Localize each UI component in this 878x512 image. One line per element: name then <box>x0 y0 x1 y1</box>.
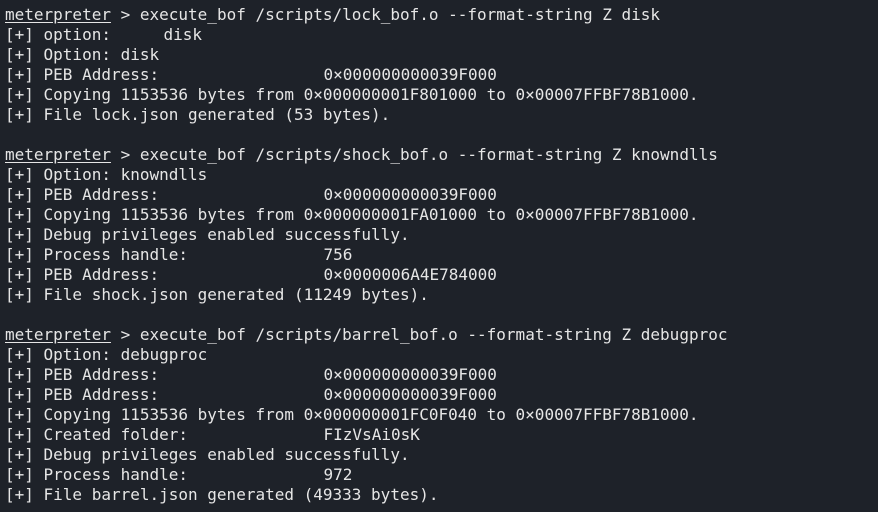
terminal-window[interactable]: meterpreter > execute_bof /scripts/lock_… <box>0 0 878 512</box>
success-prefix: [+] <box>5 165 44 184</box>
success-prefix: [+] <box>5 65 44 84</box>
output-line: [+] Copying 1153536 bytes from 0×0000000… <box>5 85 878 105</box>
prompt: meterpreter <box>5 145 111 164</box>
output-line: [+] File barrel.json generated (49333 by… <box>5 485 878 505</box>
output-value: 0×000000000039F000 <box>323 385 497 404</box>
output-line: [+] PEB Address: 0×000000000039F000 <box>5 365 878 385</box>
prompt-separator: > <box>110 145 140 164</box>
output-line: [+] Option: knowndlls <box>5 165 878 185</box>
prompt-separator: > <box>110 325 140 344</box>
output-value: 0×000000000039F000 <box>323 365 497 384</box>
output-line: [+] Debug privileges enabled successfull… <box>5 445 878 465</box>
command-line: meterpreter > execute_bof /scripts/shock… <box>5 145 878 165</box>
output-text: Copying 1153536 bytes from 0×000000001FA… <box>43 205 699 224</box>
success-prefix: [+] <box>5 225 44 244</box>
command-text: execute_bof /scripts/shock_bof.o --forma… <box>139 145 718 164</box>
success-prefix: [+] <box>5 345 44 364</box>
output-value: 0×000000000039F000 <box>323 65 497 84</box>
success-prefix: [+] <box>5 285 44 304</box>
output-text: Option: disk <box>43 45 160 64</box>
output-line: [+] Option: debugproc <box>5 345 878 365</box>
output-text: Copying 1153536 bytes from 0×000000001F8… <box>43 85 699 104</box>
output-line: [+] Created folder: FIzVsAi0sK <box>5 425 878 445</box>
success-prefix: [+] <box>5 105 44 124</box>
output-value: disk <box>163 25 203 44</box>
output-label: PEB Address: <box>43 65 160 84</box>
output-text: Debug privileges enabled successfully. <box>43 445 410 464</box>
prompt: meterpreter <box>5 325 111 344</box>
success-prefix: [+] <box>5 245 44 264</box>
prompt-separator: > <box>110 5 140 24</box>
output-value: 0×0000006A4E784000 <box>323 265 497 284</box>
success-prefix: [+] <box>5 485 44 504</box>
success-prefix: [+] <box>5 445 44 464</box>
output-value: FIzVsAi0sK <box>323 425 420 444</box>
output-line: [+] Option: disk <box>5 45 878 65</box>
success-prefix: [+] <box>5 365 44 384</box>
output-line: [+] PEB Address: 0×0000006A4E784000 <box>5 265 878 285</box>
output-line: [+] option: disk <box>5 25 878 45</box>
output-line: [+] PEB Address: 0×000000000039F000 <box>5 385 878 405</box>
output-label: PEB Address: <box>43 385 160 404</box>
output-text: File shock.json generated (11249 bytes). <box>43 285 429 304</box>
output-value: 756 <box>323 245 353 264</box>
success-prefix: [+] <box>5 45 44 64</box>
output-line: [+] Copying 1153536 bytes from 0×0000000… <box>5 405 878 425</box>
output-line: [+] PEB Address: 0×000000000039F000 <box>5 65 878 85</box>
success-prefix: [+] <box>5 25 44 44</box>
command-line: meterpreter > execute_bof /scripts/barre… <box>5 325 878 345</box>
output-label: Created folder: <box>43 425 189 444</box>
output-label: PEB Address: <box>43 365 160 384</box>
output-value: 0×000000000039F000 <box>323 185 497 204</box>
success-prefix: [+] <box>5 405 44 424</box>
output-text: Option: knowndlls <box>43 165 208 184</box>
output-label: Process handle: <box>43 465 189 484</box>
success-prefix: [+] <box>5 205 44 224</box>
output-text: Option: debugproc <box>43 345 208 364</box>
success-prefix: [+] <box>5 185 44 204</box>
output-line: [+] File shock.json generated (11249 byt… <box>5 285 878 305</box>
output-label: option: <box>43 25 111 44</box>
output-line: [+] Process handle: 756 <box>5 245 878 265</box>
command-text: execute_bof /scripts/lock_bof.o --format… <box>139 5 661 24</box>
output-text: File lock.json generated (53 bytes). <box>43 105 391 124</box>
success-prefix: [+] <box>5 265 44 284</box>
prompt: meterpreter <box>5 5 111 24</box>
success-prefix: [+] <box>5 465 44 484</box>
output-value: 972 <box>323 465 353 484</box>
output-text: Debug privileges enabled successfully. <box>43 225 410 244</box>
success-prefix: [+] <box>5 85 44 104</box>
success-prefix: [+] <box>5 385 44 404</box>
output-line: [+] Copying 1153536 bytes from 0×0000000… <box>5 205 878 225</box>
output-text: Copying 1153536 bytes from 0×000000001FC… <box>43 405 699 424</box>
output-line: [+] PEB Address: 0×000000000039F000 <box>5 185 878 205</box>
success-prefix: [+] <box>5 425 44 444</box>
output-text: File barrel.json generated (49333 bytes)… <box>43 485 439 504</box>
output-line: [+] Debug privileges enabled successfull… <box>5 225 878 245</box>
command-text: execute_bof /scripts/barrel_bof.o --form… <box>139 325 728 344</box>
output-label: Process handle: <box>43 245 189 264</box>
output-line: [+] File lock.json generated (53 bytes). <box>5 105 878 125</box>
output-label: PEB Address: <box>43 185 160 204</box>
output-line: [+] Process handle: 972 <box>5 465 878 485</box>
command-line: meterpreter > execute_bof /scripts/lock_… <box>5 5 878 25</box>
output-label: PEB Address: <box>43 265 160 284</box>
